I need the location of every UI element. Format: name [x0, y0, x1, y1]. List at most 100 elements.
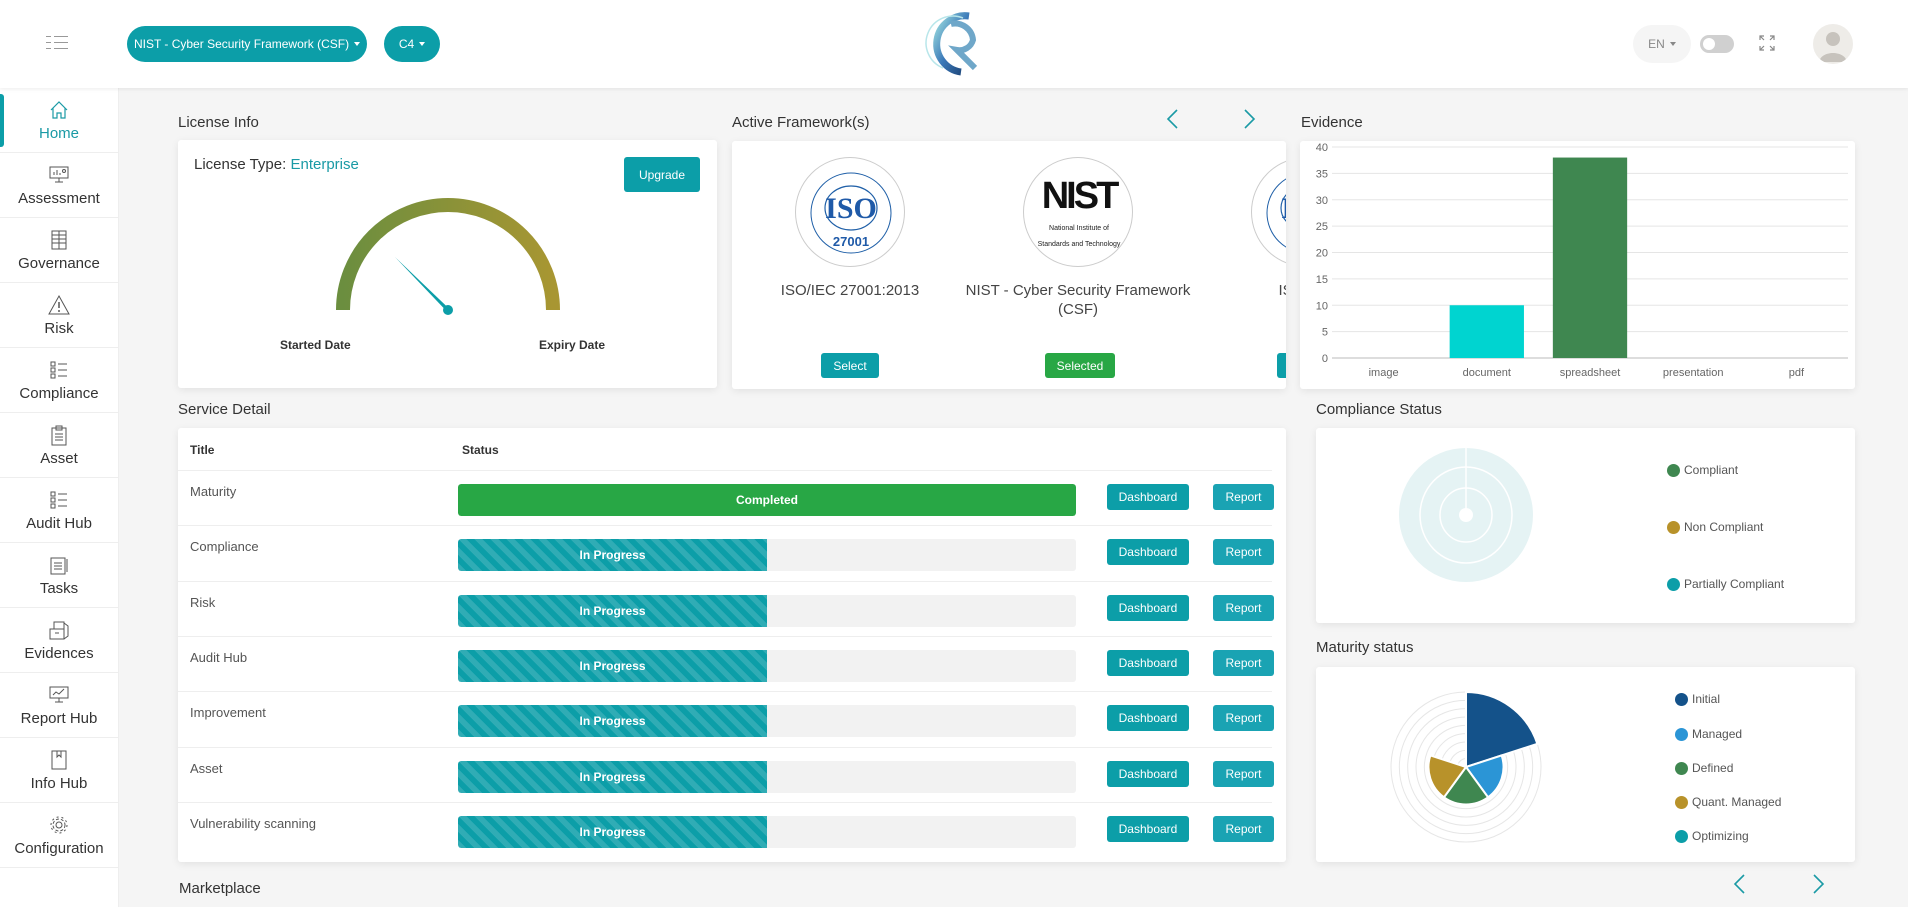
row-title: Compliance [190, 539, 259, 555]
progress-fill: In Progress [458, 649, 767, 682]
service-detail-table: Title Status Maturity Completed Dashboard R… [178, 428, 1286, 862]
logo-subtext: National Institute of [1049, 225, 1109, 232]
framework-selected-button[interactable]: Selected [1045, 353, 1115, 378]
framework-select-button[interactable]: Select [1277, 353, 1286, 378]
sidebar-item-label: Governance [18, 254, 100, 272]
bar-document[interactable] [1449, 305, 1524, 358]
legend-dot [1667, 577, 1680, 591]
report-button[interactable]: Report [1213, 815, 1274, 842]
progress-bar: In Progress [458, 705, 1076, 738]
progress-fill: In Progress [458, 594, 767, 627]
sidebar-item-risk[interactable]: Risk [0, 283, 118, 348]
progress-bar: In Progress [458, 649, 1076, 682]
org-selector[interactable]: C4 [384, 26, 440, 62]
row-title: Vulnerability scanning [190, 815, 316, 831]
maturity-prev-icon[interactable] [1732, 873, 1748, 895]
y-tick-label: 20 [1316, 248, 1328, 260]
dashboard-button[interactable]: Dashboard [1107, 760, 1189, 787]
logo-subtext: Standards and Technology [1038, 241, 1121, 248]
legend-dot [1667, 520, 1680, 534]
sidebar-item-label: Home [38, 124, 79, 142]
framework-select-button[interactable]: Select [821, 353, 879, 378]
report-button[interactable]: Report [1213, 484, 1274, 510]
sidebar-item-configuration[interactable]: Configuration [0, 803, 118, 868]
carousel-next-icon[interactable] [1241, 108, 1257, 130]
upgrade-button[interactable]: Upgrade [624, 157, 700, 192]
carousel-prev-icon[interactable] [1165, 108, 1181, 130]
dashboard-button[interactable]: Dashboard [1107, 649, 1189, 676]
y-tick-label: 40 [1316, 142, 1328, 154]
compliance-status-chart [1399, 448, 1533, 582]
gear-icon [50, 816, 68, 833]
sidebar-item-home[interactable]: Home [0, 88, 118, 153]
report-button[interactable]: Report [1213, 539, 1274, 566]
legend-item[interactable]: Initial [1675, 692, 1720, 706]
gauge-needle [394, 256, 451, 310]
legend-item[interactable]: Non Compliant [1667, 520, 1763, 534]
sidebar-item-info-hub[interactable]: Info Hub [0, 738, 118, 803]
start-date-label: Started Date [280, 338, 351, 352]
legend-item[interactable]: Quant. Managed [1675, 795, 1781, 809]
x-tick-label: spreadsheet [1560, 367, 1621, 379]
sidebar-item-asset[interactable]: Asset [0, 413, 118, 478]
sidebar-item-label: Assessment [18, 189, 100, 207]
legend-item[interactable]: Optimizing [1675, 829, 1749, 843]
report-button[interactable]: Report [1213, 594, 1274, 621]
report-button[interactable]: Report [1213, 705, 1274, 732]
framework-selector[interactable]: NIST - Cyber Security Framework (CSF) [127, 26, 367, 62]
menu-toggle-icon[interactable] [46, 36, 70, 52]
row-title: Risk [190, 594, 216, 610]
sidebar-item-assessment[interactable]: Assessment [0, 153, 118, 218]
checklist-icon [50, 361, 67, 378]
language-label: EN [1648, 37, 1665, 51]
fullscreen-icon[interactable] [1758, 34, 1776, 52]
sidebar-item-label: Compliance [19, 384, 99, 402]
sidebar-item-label: Configuration [14, 839, 104, 857]
legend-dot [1675, 761, 1688, 775]
legend-item[interactable]: Partially Compliant [1667, 577, 1784, 591]
sidebar-item-audit-hub[interactable]: Audit Hub [0, 478, 118, 543]
row-title: Asset [190, 760, 223, 776]
progress-bar: In Progress [458, 815, 1076, 848]
sidebar-item-report-hub[interactable]: Report Hub [0, 673, 118, 738]
sidebar-item-governance[interactable]: Governance [0, 218, 118, 283]
framework-item: NIST National Institute of Standards and T… [963, 141, 1193, 386]
dashboard-button[interactable]: Dashboard [1107, 594, 1189, 621]
report-button[interactable]: Report [1213, 760, 1274, 787]
logo-text: ISO [825, 192, 877, 225]
license-type-label: License Type: [194, 156, 287, 173]
table-row: Maturity Completed Dashboard Report [178, 470, 1274, 525]
row-title: Improvement [190, 705, 266, 721]
legend-label: Partially Compliant [1684, 577, 1785, 591]
dashboard-button[interactable]: Dashboard [1107, 484, 1189, 510]
dashboard-button[interactable]: Dashboard [1107, 539, 1189, 566]
maturity-next-icon[interactable] [1810, 873, 1826, 895]
legend-item[interactable]: Managed [1675, 727, 1742, 741]
app-logo [925, 12, 978, 76]
sidebar-item-compliance[interactable]: Compliance [0, 348, 118, 413]
sidebar-item-label: Evidences [24, 644, 94, 662]
language-selector[interactable]: EN [1633, 25, 1691, 63]
maturity-status-card: Initial Managed Defined Quant. Managed Optim… [1316, 667, 1855, 862]
progress-bar: Completed [458, 484, 1076, 516]
theme-toggle[interactable] [1700, 35, 1734, 53]
framework-selector-label: NIST - Cyber Security Framework (CSF) [133, 37, 350, 51]
progress-fill: In Progress [458, 760, 767, 793]
toggle-knob [1703, 38, 1715, 50]
legend-item[interactable]: Defined [1675, 761, 1733, 775]
dashboard-button[interactable]: Dashboard [1107, 705, 1189, 732]
sidebar-item-tasks[interactable]: Tasks [0, 543, 118, 608]
progress-fill: In Progress [458, 815, 767, 848]
sidebar-item-evidences[interactable]: Evidences [0, 608, 118, 673]
user-avatar[interactable] [1813, 24, 1853, 64]
dashboard-button[interactable]: Dashboard [1107, 815, 1189, 842]
sidebar-item-label: Audit Hub [26, 514, 92, 532]
sidebar-item-label: Info Hub [30, 774, 88, 792]
report-button[interactable]: Report [1213, 649, 1274, 676]
progress-bar: In Progress [458, 760, 1076, 793]
sidebar: Home Assessment Governance Risk Compliance As… [0, 88, 119, 907]
legend-item[interactable]: Compliant [1667, 463, 1738, 477]
license-section-title: License Info [178, 114, 259, 131]
bar-spreadsheet[interactable] [1552, 157, 1628, 358]
license-gauge [336, 198, 560, 315]
